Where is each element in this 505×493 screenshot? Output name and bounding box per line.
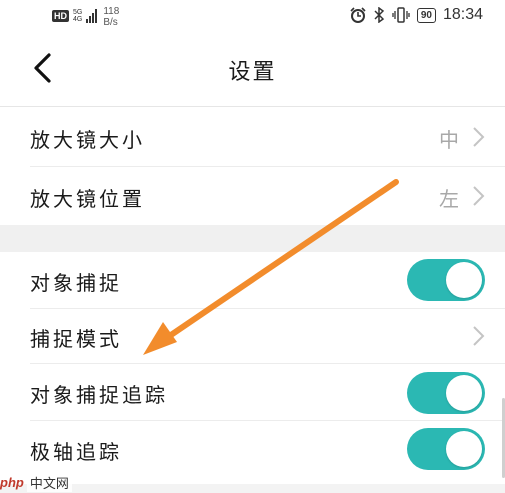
row-label: 对象捕捉 [30,271,122,295]
network-type: 5G 4G [73,9,82,23]
watermark: php 中文网 [0,472,72,493]
status-bar: HD 5G 4G 118 B/s 90 18:34 [0,0,505,34]
alarm-icon [350,7,366,23]
page-title: 设置 [228,60,277,85]
toggle-knob [446,262,482,298]
clock: 18:34 [442,6,483,23]
bottom-band [0,484,505,493]
settings-row-object-snap-tracking: 对象捕捉追踪 [0,364,505,420]
settings-row-object-snap: 对象捕捉 [0,252,505,308]
network-speed: 118 B/s [103,6,119,28]
row-label: 放大镜位置 [30,187,145,211]
bluetooth-icon [373,7,385,23]
status-left: HD 5G 4G 118 B/s [52,6,119,28]
row-label: 对象捕捉追踪 [30,383,168,407]
network-sub-label: 4G [73,16,83,23]
object-snap-toggle[interactable] [407,259,485,301]
network-label: 5G [73,9,83,16]
hd-badge: HD [52,10,69,22]
section-gap [0,225,505,252]
header: 设置 [0,38,505,98]
chevron-right-icon [473,127,485,147]
signal-icon [86,9,98,23]
chevron-right-icon [473,326,485,346]
settings-row-magnifier-position[interactable]: 放大镜位置 左 [0,167,505,224]
row-label: 极轴追踪 [30,440,122,464]
row-value: 中 [439,128,459,152]
chevron-right-icon [473,186,485,206]
row-label: 捕捉模式 [30,327,122,351]
vibrate-icon [392,7,410,23]
watermark-logo: php [0,475,24,490]
settings-row-snap-mode[interactable]: 捕捉模式 [0,309,505,363]
speed-value: 118 [103,6,120,17]
row-value: 左 [439,187,459,211]
row-label: 放大镜大小 [30,128,145,152]
object-snap-tracking-toggle[interactable] [407,372,485,414]
header-divider [0,106,505,107]
settings-row-magnifier-size[interactable]: 放大镜大小 中 [0,108,505,166]
battery-indicator: 90 [416,7,436,23]
settings-row-polar-tracking: 极轴追踪 [0,421,505,477]
watermark-text: 中文网 [26,473,72,492]
speed-unit: B/s [103,17,118,28]
toggle-knob [446,431,482,467]
toggle-knob [446,375,482,411]
polar-tracking-toggle[interactable] [407,428,485,470]
status-right: 90 18:34 [350,6,483,24]
